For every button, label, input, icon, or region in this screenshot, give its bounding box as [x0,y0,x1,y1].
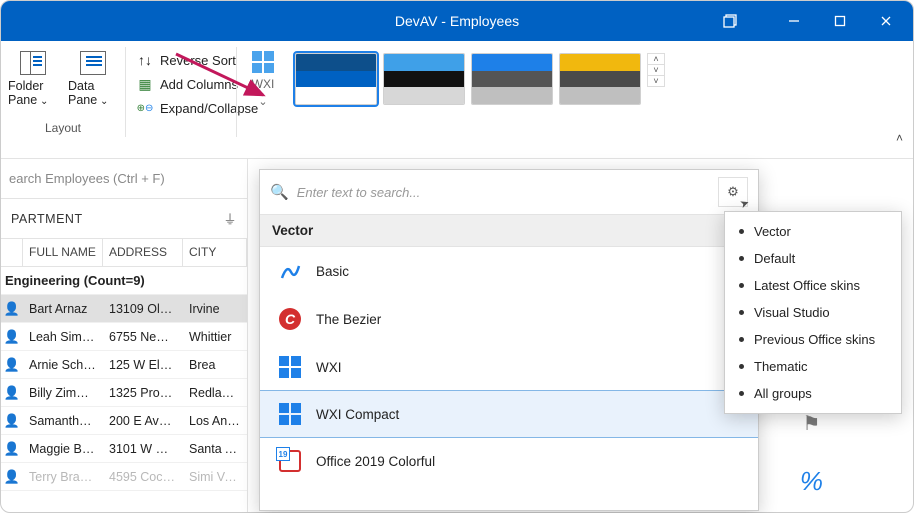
menu-item[interactable]: Previous Office skins [725,326,901,353]
window-title: DevAV - Employees [395,13,519,29]
person-icon: 👤 [1,329,23,345]
palette-swatch[interactable] [559,53,641,105]
palette-gallery: ˄ ˅ ˅ [291,47,669,158]
close-button[interactable] [863,1,909,41]
skin-settings-button[interactable]: ⚙ ➤ [718,177,748,207]
skin-item[interactable]: 19Office 2019 Colorful [260,437,758,485]
palette-swatch[interactable] [383,53,465,105]
menu-item[interactable]: Visual Studio [725,299,901,326]
skin-groups-menu: VectorDefaultLatest Office skinsVisual S… [724,211,902,414]
flag-icon: ⚑ [802,411,820,436]
sort-icon: ↑↓ [136,51,154,69]
department-header[interactable]: PARTMENT⏚ [1,199,247,239]
side-badges: ⚑ % [800,411,823,497]
table-row[interactable]: 👤Terry Bradley4595 CochraSimi Valley [1,463,247,491]
minimize-button[interactable] [771,1,817,41]
bullet-icon [739,310,744,315]
gallery-more-button[interactable]: ˅ [648,76,664,86]
title-bar: DevAV - Employees [1,1,913,41]
group-row[interactable]: Engineering (Count=9) [1,267,247,295]
menu-item[interactable]: Default [725,245,901,272]
skin-icon [278,355,302,379]
pane-icon [80,51,106,75]
group-label: Layout [45,121,81,135]
search-employees-input[interactable]: earch Employees (Ctrl + F) [1,159,247,199]
skin-item[interactable]: Basic [260,247,758,295]
skin-picker-popup: 🔍 Enter text to search... ⚙ ➤ Vector Bas… [259,169,759,511]
bullet-icon [739,283,744,288]
left-panel: earch Employees (Ctrl + F) PARTMENT⏚ FUL… [1,159,248,512]
expand-icon: ⊕⊖ [136,99,154,117]
person-icon: 👤 [1,413,23,429]
skin-icon: C [278,307,302,331]
bullet-icon [739,256,744,261]
col-full-name[interactable]: FULL NAME [23,239,103,266]
skin-icon [278,402,302,426]
person-icon: 👤 [1,385,23,401]
search-icon: 🔍 [270,183,289,201]
bullet-icon [739,364,744,369]
table-row[interactable]: 👤Maggie Box...3101 W Harv...Santa Ana [1,435,247,463]
maximize-button[interactable] [817,1,863,41]
percent-icon: % [800,466,823,497]
collapse-ribbon-button[interactable]: ˄ [896,131,903,145]
skin-item[interactable]: WXI Compact [259,390,759,438]
restore-window-icon[interactable] [707,1,753,41]
palette-swatch[interactable] [295,53,377,105]
menu-item[interactable]: Vector [725,218,901,245]
skin-item[interactable]: WXI [260,343,758,391]
menu-item[interactable]: Latest Office skins [725,272,901,299]
person-icon: 👤 [1,301,23,317]
columns-icon: ▦ [136,75,154,93]
folder-pane-button[interactable]: Folder Pane [6,47,60,111]
gallery-down-button[interactable]: ˅ [648,65,664,76]
person-icon: 👤 [1,357,23,373]
bullet-icon [739,229,744,234]
table-row[interactable]: 👤Leah Simps...6755 Newlin...Whittier [1,323,247,351]
table-row[interactable]: 👤Arnie Schw...125 W Elm StBrea [1,351,247,379]
bullet-icon [739,337,744,342]
skin-icon: 19 [278,449,302,473]
col-address[interactable]: ADDRESS [103,239,183,266]
person-icon: 👤 [1,441,23,457]
gallery-up-button[interactable]: ˄ [648,54,664,65]
annotation-arrow [171,49,281,109]
palette-swatch[interactable] [471,53,553,105]
menu-item[interactable]: All groups [725,380,901,407]
gear-icon: ⚙ [727,184,739,200]
skin-item[interactable]: CThe Bezier [260,295,758,343]
grid-header: FULL NAME ADDRESS CITY [1,239,247,267]
table-row[interactable]: 👤Bart Arnaz13109 Old M...Irvine [1,295,247,323]
col-city[interactable]: CITY [183,239,247,266]
skin-icon [278,259,302,283]
data-pane-button[interactable]: Data Pane [66,47,120,111]
table-row[interactable]: 👤Samantha P...200 E Ave 43Los Angel... [1,407,247,435]
pane-icon [20,51,46,75]
bullet-icon [739,391,744,396]
cursor-icon: ➤ [738,196,751,211]
menu-item[interactable]: Thematic [725,353,901,380]
person-icon: 👤 [1,469,23,485]
table-row[interactable]: 👤Billy Zimmer1325 Prospe...Redlands [1,379,247,407]
ribbon: Folder Pane Data Pane Layout ↑↓Reverse S… [1,41,913,159]
skin-search-input[interactable]: 🔍 Enter text to search... [270,183,710,201]
skin-category-header: Vector [260,214,758,247]
pin-icon[interactable]: ⏚ [223,209,237,228]
